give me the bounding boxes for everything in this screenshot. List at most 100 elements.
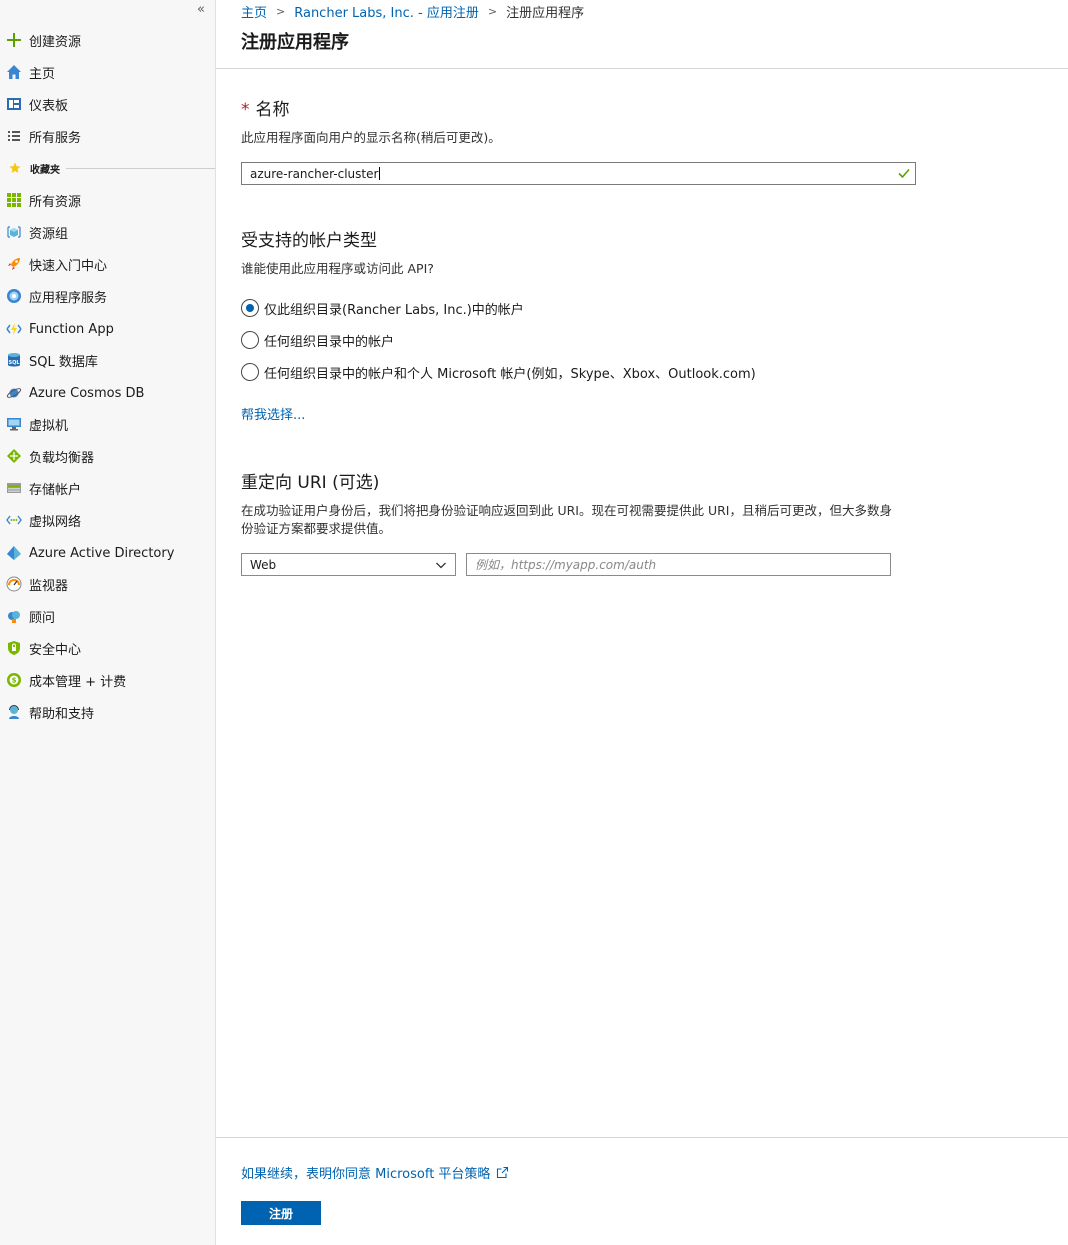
redirect-uri-description: 在成功验证用户身份后，我们将把身份验证响应返回到此 URI。现在可视需要提供此 … — [241, 502, 892, 538]
rocket-icon — [5, 255, 23, 273]
favorites-divider — [66, 167, 215, 169]
redirect-desc-line-1: 在成功验证用户身份后，我们将把身份验证响应返回到此 URI。现在可视需要提供此 … — [241, 503, 892, 518]
plus-icon — [5, 31, 23, 49]
globe-icon — [5, 287, 23, 305]
radio-single-tenant[interactable]: 仅此组织目录(Rancher Labs, Inc.)中的帐户 — [241, 298, 524, 318]
external-link-icon — [497, 1166, 509, 1179]
sidebar-item-security-center[interactable]: 安全中心 — [0, 632, 215, 664]
register-button[interactable]: 注册 — [241, 1201, 321, 1225]
radio-multi-tenant[interactable]: 任何组织目录中的帐户 — [241, 330, 394, 350]
cube-icon — [5, 223, 23, 241]
sidebar-item-label: 创建资源 — [29, 34, 82, 50]
sidebar-item-all-resources[interactable]: 所有资源 — [0, 184, 215, 216]
sidebar: « 创建资源 主页 仪表板 所有服务 收藏夹 所有资源 资源组 快速入门中心 应… — [0, 0, 216, 1245]
sidebar-item-storage-accounts[interactable]: 存储帐户 — [0, 472, 215, 504]
grid-icon — [5, 191, 23, 209]
chevron-right-icon: > — [276, 4, 286, 18]
sidebar-item-all-services[interactable]: 所有服务 — [0, 120, 215, 152]
breadcrumb-current: 注册应用程序 — [506, 5, 585, 21]
sidebar-item-label: 顾问 — [29, 610, 56, 626]
redirect-desc-line-2: 份验证方案都要求提供值。 — [241, 521, 392, 536]
app-name-input[interactable]: azure-rancher-cluster — [241, 162, 916, 185]
text-caret — [379, 167, 381, 180]
sidebar-item-label: 负载均衡器 — [29, 450, 95, 466]
sidebar-item-label: Azure Active Directory — [29, 545, 175, 561]
sidebar-item-label: Azure Cosmos DB — [29, 385, 145, 401]
sidebar-item-home[interactable]: 主页 — [0, 56, 215, 88]
breadcrumb-app-registrations-link[interactable]: Rancher Labs, Inc. - 应用注册 — [294, 2, 479, 21]
platform-selected-value: Web — [250, 557, 277, 572]
footer-divider — [216, 1137, 1068, 1138]
sidebar-item-label: 应用程序服务 — [29, 290, 108, 306]
sidebar-item-label: Function App — [29, 321, 114, 337]
gauge-icon — [5, 575, 23, 593]
checkmark-icon — [898, 168, 910, 179]
radio-label: 仅此组织目录(Rancher Labs, Inc.)中的帐户 — [264, 302, 524, 318]
star-icon — [8, 161, 22, 175]
radio-multi-tenant-personal[interactable]: 任何组织目录中的帐户和个人 Microsoft 帐户(例如，Skype、Xbox… — [241, 362, 756, 382]
platform-policy-link[interactable]: 如果继续，表明你同意 Microsoft 平台策略 — [241, 1163, 509, 1182]
sidebar-item-load-balancers[interactable]: 负载均衡器 — [0, 440, 215, 472]
storage-icon — [5, 479, 23, 497]
sidebar-item-label: 主页 — [29, 66, 56, 82]
sidebar-item-label: 帮助和支持 — [29, 706, 95, 722]
home-icon — [5, 63, 23, 81]
redirect-uri-title: 重定向 URI (可选) — [241, 473, 380, 493]
platform-policy-text: 如果继续，表明你同意 Microsoft 平台策略 — [241, 1167, 491, 1182]
list-icon — [5, 127, 23, 145]
required-mark: * — [241, 100, 250, 120]
name-section-title: * 名称 — [241, 95, 290, 120]
favorites-label: 收藏夹 — [30, 164, 60, 176]
sidebar-item-app-services[interactable]: 应用程序服务 — [0, 280, 215, 312]
sidebar-item-help-support[interactable]: 帮助和支持 — [0, 696, 215, 728]
breadcrumb: 主页 > Rancher Labs, Inc. - 应用注册 > 注册应用程序 — [241, 2, 585, 21]
sidebar-item-azure-active-directory[interactable]: Azure Active Directory — [0, 537, 215, 569]
dashboard-icon — [5, 95, 23, 113]
sidebar-item-dashboard[interactable]: 仪表板 — [0, 88, 215, 120]
page-title: 注册应用程序 — [241, 32, 349, 53]
sidebar-item-label: SQL 数据库 — [29, 354, 98, 370]
lightning-icon — [5, 320, 23, 338]
sidebar-item-resource-groups[interactable]: 资源组 — [0, 216, 215, 248]
platform-select[interactable]: Web — [241, 553, 456, 576]
monitor-icon — [5, 415, 23, 433]
app-name-value: azure-rancher-cluster — [250, 166, 379, 181]
sidebar-item-label: 虚拟机 — [29, 418, 69, 434]
planet-icon — [5, 384, 23, 402]
sidebar-item-virtual-machines[interactable]: 虚拟机 — [0, 408, 215, 440]
support-icon — [5, 703, 23, 721]
radio-selected-dot — [246, 304, 254, 312]
sidebar-item-label: 安全中心 — [29, 642, 82, 658]
radio-circle[interactable] — [241, 363, 259, 381]
sidebar-item-quickstart[interactable]: 快速入门中心 — [0, 248, 215, 280]
redirect-uri-input[interactable] — [466, 553, 891, 576]
sidebar-item-advisor[interactable]: 顾问 — [0, 600, 215, 632]
sidebar-item-label: 快速入门中心 — [29, 258, 108, 274]
sidebar-item-cost-management[interactable]: $ 成本管理 + 计费 — [0, 664, 215, 696]
radio-circle[interactable] — [241, 299, 259, 317]
radio-circle[interactable] — [241, 331, 259, 349]
sql-icon: SQL — [5, 351, 23, 369]
radio-label: 任何组织目录中的帐户和个人 Microsoft 帐户(例如，Skype、Xbox… — [264, 366, 756, 382]
sidebar-item-label: 所有服务 — [29, 130, 82, 146]
sidebar-item-monitor[interactable]: 监视器 — [0, 568, 215, 600]
account-types-question: 谁能使用此应用程序或访问此 API? — [241, 261, 434, 276]
help-me-choose-link[interactable]: 帮我选择... — [241, 404, 305, 423]
sidebar-item-function-app[interactable]: Function App — [0, 313, 215, 345]
svg-text:SQL: SQL — [8, 360, 20, 366]
chevron-down-icon — [436, 562, 446, 569]
cloud-icon — [5, 607, 23, 625]
diamond-icon — [5, 447, 23, 465]
radio-label: 任何组织目录中的帐户 — [264, 334, 395, 350]
sidebar-item-create-resource[interactable]: 创建资源 — [0, 24, 215, 56]
sidebar-item-label: 资源组 — [29, 226, 69, 242]
cost-icon: $ — [5, 671, 23, 689]
sidebar-item-cosmos-db[interactable]: Azure Cosmos DB — [0, 377, 215, 409]
sidebar-item-label: 仪表板 — [29, 98, 69, 114]
sidebar-item-virtual-networks[interactable]: 虚拟网络 — [0, 504, 215, 536]
collapse-sidebar-button[interactable]: « — [194, 2, 208, 18]
shield-icon — [5, 639, 23, 657]
sidebar-item-sql-database[interactable]: SQL SQL 数据库 — [0, 344, 215, 376]
sidebar-item-label: 监视器 — [29, 578, 69, 594]
breadcrumb-home-link[interactable]: 主页 — [241, 2, 267, 21]
